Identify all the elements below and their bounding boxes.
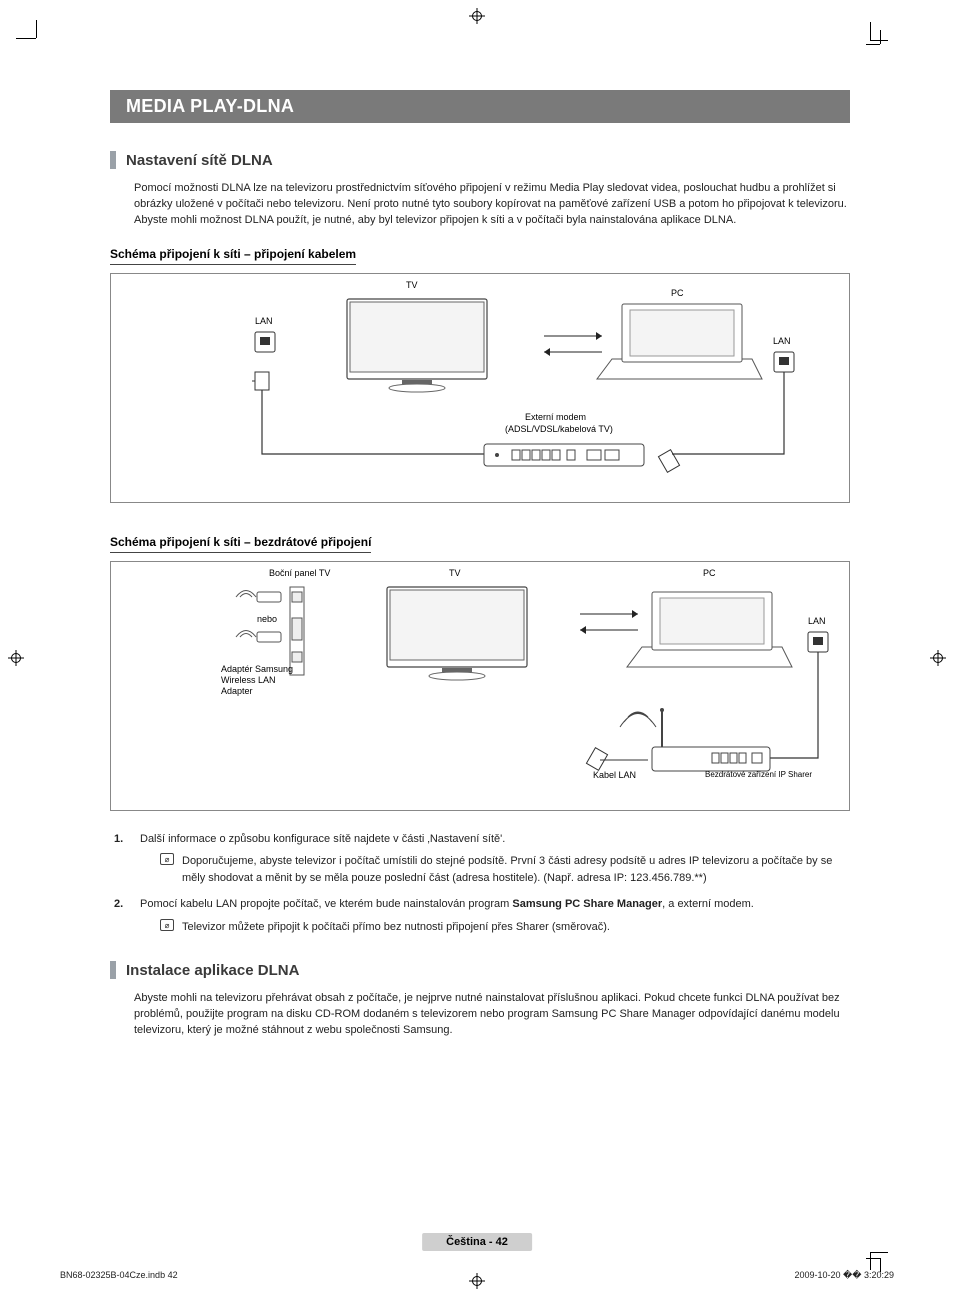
title-bar: MEDIA PLAY-DLNA xyxy=(110,90,850,123)
diagram-lan-right: LAN xyxy=(773,336,791,346)
section-heading: Instalace aplikace DLNA xyxy=(110,961,850,979)
footer-line: BN68-02325B-04Cze.indb 42 2009-10-20 �� … xyxy=(60,1270,894,1281)
list-item: 1. Další informace o způsobu konfigurace… xyxy=(110,831,850,887)
diagram-wired: TV PC LAN LAN Externí modem (ADSL/VDSL/k… xyxy=(110,273,850,503)
diagram-sharer: Bezdrátové zařízení IP Sharer xyxy=(705,770,812,779)
diagram-adapter1: Adaptér Samsung xyxy=(221,664,293,674)
page-number-tag: Čeština - 42 xyxy=(422,1233,532,1251)
footer-file: BN68-02325B-04Cze.indb 42 xyxy=(60,1270,178,1281)
diagram-tv-label: TV xyxy=(449,568,461,578)
diagram-lan-left: LAN xyxy=(255,316,273,326)
list-number: 1. xyxy=(114,831,130,887)
diagram-nebo: nebo xyxy=(257,614,277,624)
diagram-lan: LAN xyxy=(808,616,826,626)
diagram-adapter3: Adapter xyxy=(221,686,253,696)
diagram-modem1: Externí modem xyxy=(525,412,586,422)
list-text-a: Pomocí kabelu LAN propojte počítač, ve k… xyxy=(140,898,512,910)
schema-heading-wireless: Schéma připojení k síti – bezdrátové při… xyxy=(110,535,371,553)
list-text: Další informace o způsobu konfigurace sí… xyxy=(140,833,505,845)
registration-mark-icon xyxy=(469,8,485,24)
heading-text: Nastavení sítě DLNA xyxy=(126,152,273,169)
diagram-pc-label: PC xyxy=(671,288,684,298)
instruction-list: 1. Další informace o způsobu konfigurace… xyxy=(110,831,850,936)
section-body: Abyste mohli na televizoru přehrávat obs… xyxy=(110,991,850,1039)
list-number: 2. xyxy=(114,896,130,935)
page-content: MEDIA PLAY-DLNA Nastavení sítě DLNA Pomo… xyxy=(110,90,850,1039)
diagram-wireless: Boční panel TV TV PC nebo Adaptér Samsun… xyxy=(110,561,850,811)
heading-bar-icon xyxy=(110,961,116,979)
registration-mark-icon xyxy=(8,650,24,666)
diagram-lan-cable: Kabel LAN xyxy=(593,770,636,780)
list-bold: Samsung PC Share Manager xyxy=(512,898,662,910)
note-icon: ⌀ xyxy=(160,853,174,865)
diagram-tv-label: TV xyxy=(406,280,418,290)
heading-text: Instalace aplikace DLNA xyxy=(126,962,299,979)
diagram-modem2: (ADSL/VDSL/kabelová TV) xyxy=(505,424,613,434)
diagram-pc-label: PC xyxy=(703,568,716,578)
diagram-side-panel: Boční panel TV xyxy=(269,568,330,578)
list-item: 2. Pomocí kabelu LAN propojte počítač, v… xyxy=(110,896,850,935)
note-icon: ⌀ xyxy=(160,919,174,931)
list-text-b: , a externí modem. xyxy=(662,898,754,910)
section-body: Pomocí možnosti DLNA lze na televizoru p… xyxy=(110,181,850,229)
heading-bar-icon xyxy=(110,151,116,169)
schema-heading-wired: Schéma připojení k síti – připojení kabe… xyxy=(110,247,356,265)
registration-mark-icon xyxy=(930,650,946,666)
note-text: Televizor můžete připojit k počítači pří… xyxy=(182,919,610,936)
diagram-adapter2: Wireless LAN xyxy=(221,675,276,685)
note-text: Doporučujeme, abyste televizor i počítač… xyxy=(182,853,850,886)
section-heading: Nastavení sítě DLNA xyxy=(110,151,850,169)
footer-date: 2009-10-20 �� 3:20:29 xyxy=(794,1270,894,1281)
